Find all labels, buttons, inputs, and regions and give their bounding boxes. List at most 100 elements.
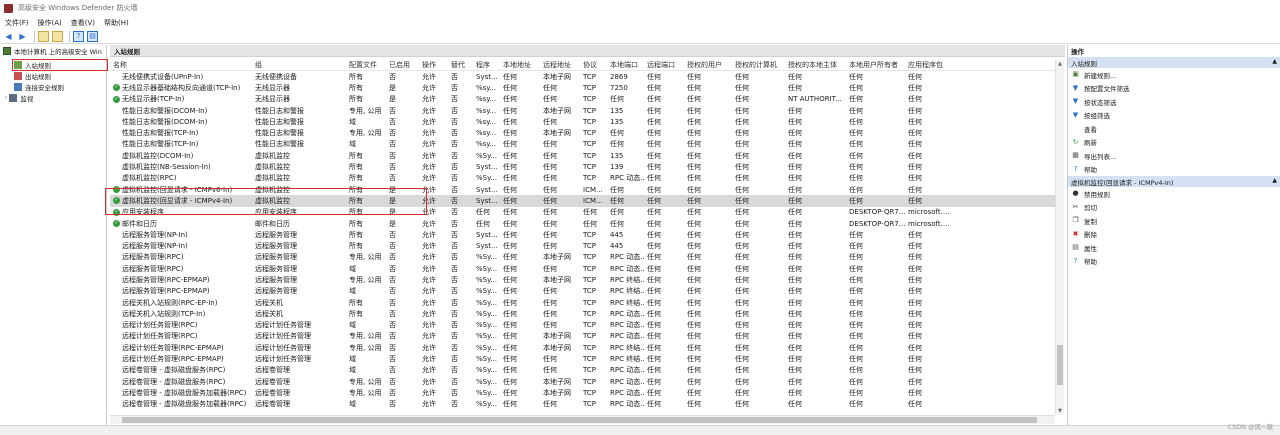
tree-root[interactable]: 本地计算机 上的高级安全 Win	[0, 45, 106, 56]
table-row[interactable]: 远程服务管理(NP-In) 远程服务管理 所有 否 允许 否 Syst... 任何 任何 TCP 4…	[110, 229, 1055, 240]
column-header[interactable]: 授权的计算机	[732, 60, 785, 70]
action-item[interactable]: ▼ 按组筛选	[1068, 109, 1280, 123]
properties-icon[interactable]	[52, 30, 63, 42]
vertical-scrollbar[interactable]: ▲ ▼	[1055, 60, 1064, 415]
column-header[interactable]: 操作	[419, 60, 448, 70]
action-item[interactable]: ▼ 按状态筛选	[1068, 95, 1280, 109]
folder-up-icon[interactable]	[38, 30, 49, 42]
table-row[interactable]: 性能日志和警报(DCOM-In) 性能日志和警报 域 否 允许 否 %sy... 任何 任何 TC…	[110, 116, 1055, 127]
table-cell: 域	[349, 264, 356, 273]
table-row[interactable]: 虚拟机监控(RPC) 虚拟机监控 所有 否 允许 否 %Sy... 任何 任何 TCP RPC 动态…	[110, 173, 1055, 184]
table-row[interactable]: 无线便携式设备(UPnP-In) 无线便携设备 所有 否 允许 否 Syst... 任何 本地子…	[110, 71, 1055, 82]
actions-section-rule[interactable]: 虚拟机监控(回显请求 - ICMPv4-In) ▲	[1068, 176, 1280, 187]
table-row[interactable]: ✓ 无线显示器(TCP-In) 无线显示器 所有是允许否 %sy... 任何 任何 TCP 任何…	[110, 94, 1055, 105]
table-cell: 专用, 公用	[349, 106, 382, 115]
column-header[interactable]: 本地端口	[607, 60, 644, 70]
action-item[interactable]: ✂ 剪切	[1068, 201, 1280, 215]
menu-action[interactable]: 操作(A)	[38, 18, 62, 28]
column-header[interactable]: 已启用	[386, 60, 419, 70]
help-icon[interactable]: ?	[73, 30, 84, 42]
menu-file[interactable]: 文件(F)	[5, 18, 29, 28]
console-icon[interactable]: ▤	[87, 30, 98, 42]
table-cell: 域	[349, 287, 356, 296]
column-header[interactable]: 授权的用户	[684, 60, 732, 70]
tree-item-connection-security[interactable]: 连接安全规则	[0, 81, 106, 92]
action-item[interactable]: ? 帮助	[1068, 163, 1280, 177]
column-header[interactable]: 授权的本地主体	[785, 60, 846, 70]
table-row[interactable]: 远程服务管理(RPC) 远程服务管理 专用, 公用否允许否 %Sy... 任何 本地子网 T…	[110, 252, 1055, 263]
scroll-thumb[interactable]	[1057, 345, 1063, 385]
table-row[interactable]: 远程服务管理(NP-In) 远程服务管理 所有 否 允许 否 Syst... 任何 任何 TCP 4…	[110, 240, 1055, 251]
action-item[interactable]: ❐ 复制	[1068, 214, 1280, 228]
action-item[interactable]: ▣ 新建规则...	[1068, 68, 1280, 82]
table-row[interactable]: 远程计划任务管理(RPC-EPMAP) 远程计划任务管理 专用, 公用否允许否 %Sy…	[110, 342, 1055, 353]
actions-section-inbound[interactable]: 入站规则 ▲	[1068, 57, 1280, 68]
table-row[interactable]: 虚拟机监控(NB-Session-In) 虚拟机监控 所有 否 允许 否 Syst... 任何…	[110, 161, 1055, 172]
table-row[interactable]: 远程服务管理(RPC-EPMAP) 远程服务管理 域 否 允许 否 %Sy... 任何 任何 TC…	[110, 286, 1055, 297]
scroll-up-icon[interactable]: ▲	[1056, 60, 1064, 68]
table-cell: 允许	[422, 332, 436, 341]
table-row[interactable]: 远程计划任务管理(RPC) 远程计划任务管理 专用, 公用否允许否 %Sy... 任何本…	[110, 331, 1055, 342]
column-header[interactable]: 本地地址	[500, 60, 540, 70]
menu-view[interactable]: 查看(V)	[71, 18, 95, 28]
hscroll-thumb[interactable]	[122, 417, 1037, 423]
action-item[interactable]: ↻ 刷新	[1068, 136, 1280, 150]
action-item[interactable]: ▼ 按配置文件筛选	[1068, 82, 1280, 96]
menu-help[interactable]: 帮助(H)	[104, 18, 129, 28]
table-row[interactable]: 性能日志和警报(DCOM-In) 性能日志和警报 专用, 公用否允许否 %sy... 任…	[110, 105, 1055, 116]
column-header[interactable]: 名称	[110, 60, 252, 70]
table-cell: 任何	[735, 343, 749, 352]
expand-chevron-icon[interactable]: ›	[5, 94, 7, 101]
table-row[interactable]: 远程卷管理 - 虚拟磁盘服务加载器(RPC) 远程卷管理 专用, 公用否允许否 %Sy…	[110, 387, 1055, 398]
column-header[interactable]: 应用程序包	[905, 60, 949, 70]
column-header[interactable]: 组	[252, 60, 346, 70]
back-arrow-icon[interactable]: ◀	[3, 31, 14, 42]
column-header[interactable]: 替代	[448, 60, 473, 70]
action-item[interactable]: ▤ 属性	[1068, 241, 1280, 255]
column-header[interactable]: 远程端口	[644, 60, 684, 70]
column-header[interactable]: 程序	[473, 60, 500, 70]
toolbar-separator	[34, 30, 35, 42]
table-row[interactable]: 性能日志和警报(TCP-In) 性能日志和警报 域 否 允许 否 %sy... 任何 任何 TCP…	[110, 139, 1055, 150]
table-cell: 任何	[503, 219, 517, 228]
table-row[interactable]: 远程卷管理 - 虚拟磁盘服务加载器(RPC) 远程卷管理 域 否 允许 否 %Sy... 任何…	[110, 399, 1055, 410]
rule-name-text: 远程计划任务管理(RPC-EPMAP)	[122, 355, 224, 364]
collapse-icon[interactable]: ▲	[1272, 177, 1277, 184]
table-cell: 任何	[849, 185, 863, 194]
table-cell: 允许	[422, 230, 436, 239]
tree-item-outbound-rules[interactable]: 出站规则	[0, 70, 106, 81]
table-row[interactable]: 远程关机入站规则(RPC-EP-In) 远程关机 所有 否 允许 否 %Sy... 任何 任何 T…	[110, 297, 1055, 308]
scroll-down-icon[interactable]: ▼	[1056, 407, 1064, 415]
column-header[interactable]: 远程地址	[540, 60, 580, 70]
table-cell: 性能日志和警报	[255, 129, 304, 138]
table-row[interactable]: 性能日志和警报(TCP-In) 性能日志和警报 专用, 公用否允许否 %sy... 任何…	[110, 127, 1055, 138]
table-body: 无线便携式设备(UPnP-In) 无线便携设备 所有否允许否 Syst... 任何 本地子…	[110, 71, 1055, 410]
action-item[interactable]: 查看	[1068, 122, 1280, 136]
column-header[interactable]: 配置文件	[346, 60, 386, 70]
table-row[interactable]: 远程卷管理 - 虚拟磁盘服务(RPC) 远程卷管理 域 否 允许 否 %Sy... 任何 任何 T…	[110, 365, 1055, 376]
table-cell: 任何	[735, 298, 749, 307]
table-row[interactable]: ✓ 无线显示器基础结构反向通道(TCP-In) 无线显示器 所有是允许否 %sy... 任…	[110, 82, 1055, 93]
action-item[interactable]: ? 帮助	[1068, 255, 1280, 269]
table-cell: 任何	[687, 230, 701, 239]
tree-item-monitoring[interactable]: › 监视	[0, 92, 106, 103]
table-row[interactable]: 远程计划任务管理(RPC) 远程计划任务管理 域 否 允许 否 %Sy... 任何 任何 TCP R…	[110, 320, 1055, 331]
table-row[interactable]: 远程计划任务管理(RPC-EPMAP) 远程计划任务管理 域 否 允许 否 %Sy... 任何…	[110, 353, 1055, 364]
column-header[interactable]: 本地用户所有者	[846, 60, 905, 70]
table-cell: 任何	[849, 95, 863, 104]
collapse-icon[interactable]: ▲	[1272, 58, 1277, 65]
action-item[interactable]: ▦ 导出列表...	[1068, 149, 1280, 163]
table-row[interactable]: 远程服务管理(RPC-EPMAP) 远程服务管理 专用, 公用否允许否 %Sy... 任…	[110, 274, 1055, 285]
table-row[interactable]: 虚拟机监控(DCOM-In) 虚拟机监控 所有 否 允许 否 %Sy... 任何 任何 TCP 13…	[110, 150, 1055, 161]
horizontal-scrollbar[interactable]	[110, 415, 1055, 424]
column-header[interactable]: 协议	[580, 60, 607, 70]
table-row[interactable]: 远程服务管理(RPC) 远程服务管理 域 否 允许 否 %Sy... 任何 任何 TCP RPC 动…	[110, 263, 1055, 274]
table-row[interactable]: 远程关机入站规则(TCP-In) 远程关机 所有 否 允许 否 %Sy... 任何 任何 TCP R…	[110, 308, 1055, 319]
action-item[interactable]: ✖ 删除	[1068, 228, 1280, 242]
action-label: 帮助	[1084, 166, 1097, 175]
forward-arrow-icon[interactable]: ▶	[17, 31, 28, 42]
table-row[interactable]: ✓ 邮件和日历 邮件和日历 所有是允许否任何 任何 任何 任何 任何 任何 任何 任何 任何 DESKT…	[110, 218, 1055, 229]
table-row[interactable]: 远程卷管理 - 虚拟磁盘服务(RPC) 远程卷管理 专用, 公用否允许否 %Sy...…	[110, 376, 1055, 387]
action-item[interactable]: ● 禁用规则	[1068, 187, 1280, 201]
table-cell: 任何	[503, 140, 517, 149]
